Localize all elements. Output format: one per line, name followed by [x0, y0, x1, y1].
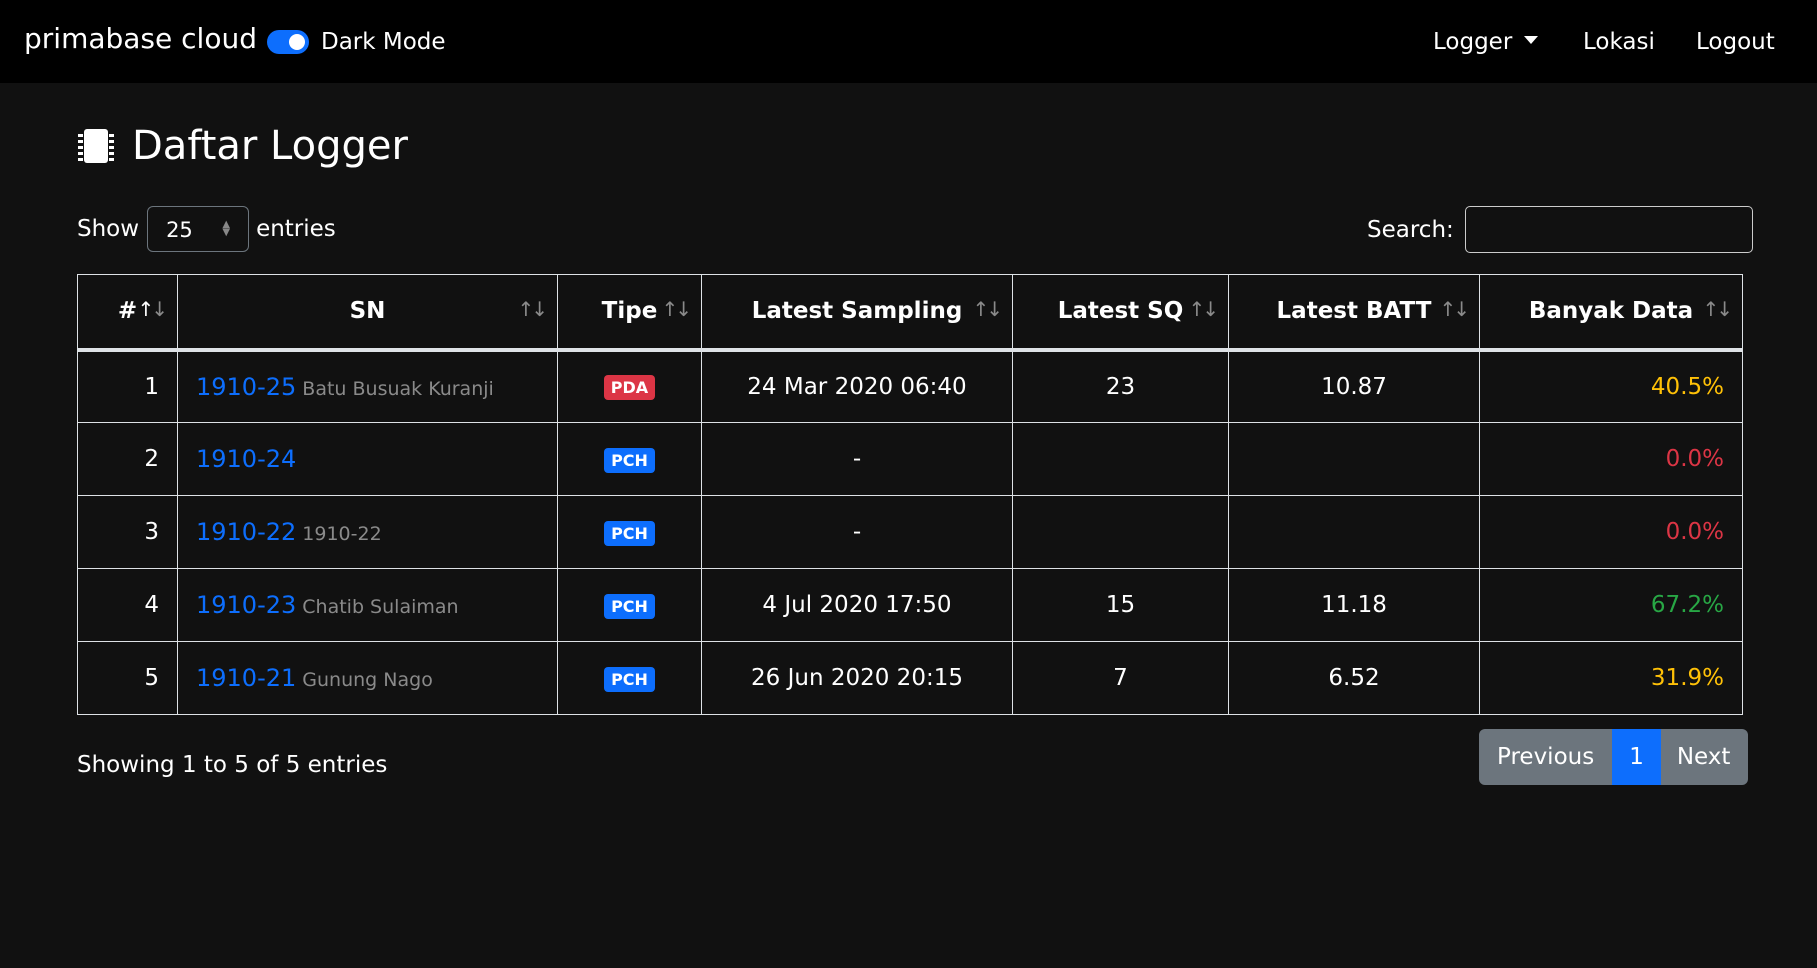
latest-sq-cell: [1012, 495, 1229, 569]
tipe-badge: PCH: [604, 447, 655, 473]
latest-batt-cell: 6.52: [1228, 641, 1480, 715]
table-header-row: # ↑↓ SN ↑↓ Tipe ↑↓ Latest Sampling ↑↓ Latest…: [77, 274, 1743, 352]
latest-batt-cell: [1228, 422, 1480, 496]
sn-description: Gunung Nago: [302, 669, 433, 691]
table-info: Showing 1 to 5 of 5 entries: [77, 752, 388, 778]
tipe-badge: PCH: [604, 666, 655, 692]
dark-mode-toggle[interactable]: [267, 30, 309, 54]
logger-table: # ↑↓ SN ↑↓ Tipe ↑↓ Latest Sampling ↑↓ Latest…: [77, 274, 1743, 715]
row-number: 5: [77, 641, 178, 715]
latest-batt-cell: [1228, 495, 1480, 569]
banyak-data-cell: 67.2%: [1479, 568, 1743, 642]
latest-sq-cell: 15: [1012, 568, 1229, 642]
pagination-page-1[interactable]: 1: [1612, 729, 1661, 785]
search-control: Search:: [1367, 206, 1753, 253]
banyak-data-cell: 0.0%: [1479, 495, 1743, 569]
sn-description: Chatib Sulaiman: [302, 596, 459, 618]
tipe-badge: PCH: [604, 593, 655, 619]
table-row: 2 1910-24 PCH - 0.0%: [77, 422, 1743, 496]
table-row: 4 1910-23 Chatib Sulaiman PCH 4 Jul 2020 …: [77, 568, 1743, 642]
row-number: 2: [77, 422, 178, 496]
pagination-previous-button[interactable]: Previous: [1479, 729, 1613, 785]
tipe-badge: PCH: [604, 520, 655, 546]
select-arrows-icon: ▲ ▼: [222, 219, 231, 238]
page-title: Daftar Logger: [132, 123, 408, 169]
entries-select[interactable]: 25 ▲ ▼: [147, 206, 250, 252]
sort-icon: ↑↓: [1188, 297, 1218, 321]
tipe-cell: PCH: [557, 495, 702, 569]
sn-cell: 1910-24: [177, 422, 558, 496]
row-number: 1: [77, 349, 178, 423]
table-row: 3 1910-22 1910-22 PCH - 0.0%: [77, 495, 1743, 569]
column-header-tipe[interactable]: Tipe ↑↓: [557, 274, 702, 352]
sn-link[interactable]: 1910-24: [196, 445, 296, 473]
tipe-badge: PDA: [603, 375, 656, 401]
banyak-data-cell: 0.0%: [1479, 422, 1743, 496]
sn-description: Batu Busuak Kuranji: [302, 377, 494, 400]
latest-sq-cell: 23: [1012, 349, 1229, 423]
tipe-cell: PDA: [557, 349, 702, 423]
latest-sampling-cell: 24 Mar 2020 06:40: [701, 349, 1013, 423]
sn-link[interactable]: 1910-25: [196, 373, 296, 401]
sn-cell: 1910-25 Batu Busuak Kuranji: [177, 349, 558, 423]
latest-batt-cell: 11.18: [1228, 568, 1480, 642]
sort-icon: ↑↓: [972, 297, 1002, 321]
brand-link[interactable]: primabase cloud: [24, 22, 257, 55]
show-label: Show: [77, 216, 140, 242]
column-header-latest-sq[interactable]: Latest SQ ↑↓: [1012, 274, 1229, 352]
page-heading: Daftar Logger: [77, 122, 408, 170]
entries-select-value: 25: [166, 218, 193, 242]
tipe-cell: PCH: [557, 641, 702, 715]
chip-icon: [77, 127, 115, 165]
navbar: primabase cloud Dark Mode Logger Lokasi …: [0, 0, 1817, 83]
column-header-latest-batt[interactable]: Latest BATT ↑↓: [1228, 274, 1480, 352]
nav-lokasi-link[interactable]: Lokasi: [1583, 29, 1655, 55]
sn-link[interactable]: 1910-21: [196, 664, 296, 692]
sn-link[interactable]: 1910-22: [196, 518, 296, 546]
latest-batt-cell: 10.87: [1228, 349, 1480, 423]
entries-length-control: Show 25 ▲ ▼ entries: [77, 206, 336, 252]
sort-asc-icon: ↑↓: [137, 297, 167, 321]
nav-logger-dropdown[interactable]: Logger: [1433, 29, 1539, 55]
pagination: Previous 1 Next: [1479, 729, 1749, 785]
column-header-no[interactable]: # ↑↓: [77, 274, 178, 352]
column-header-sn[interactable]: SN ↑↓: [177, 274, 558, 352]
row-number: 3: [77, 495, 178, 569]
toggle-knob: [289, 34, 305, 50]
pagination-next-button[interactable]: Next: [1660, 729, 1749, 785]
sort-icon: ↑↓: [661, 297, 691, 321]
sn-link[interactable]: 1910-23: [196, 591, 296, 619]
banyak-data-cell: 31.9%: [1479, 641, 1743, 715]
nav-logout-link[interactable]: Logout: [1696, 29, 1775, 55]
column-header-latest-sampling[interactable]: Latest Sampling ↑↓: [701, 274, 1013, 352]
caret-down-icon: [1524, 35, 1539, 44]
dark-mode-label[interactable]: Dark Mode: [321, 29, 446, 55]
entries-label: entries: [256, 216, 336, 242]
banyak-data-cell: 40.5%: [1479, 349, 1743, 423]
sn-cell: 1910-23 Chatib Sulaiman: [177, 568, 558, 642]
nav-logger-label: Logger: [1433, 29, 1513, 55]
sort-icon: ↑↓: [517, 297, 547, 321]
sn-cell: 1910-21 Gunung Nago: [177, 641, 558, 715]
sn-cell: 1910-22 1910-22: [177, 495, 558, 569]
sort-icon: ↑↓: [1702, 297, 1732, 321]
search-label: Search:: [1367, 216, 1454, 243]
latest-sampling-cell: -: [701, 495, 1013, 569]
latest-sq-cell: 7: [1012, 641, 1229, 715]
column-header-banyak-data[interactable]: Banyak Data ↑↓: [1479, 274, 1743, 352]
sort-icon: ↑↓: [1439, 297, 1469, 321]
latest-sampling-cell: 26 Jun 2020 20:15: [701, 641, 1013, 715]
latest-sampling-cell: 4 Jul 2020 17:50: [701, 568, 1013, 642]
tipe-cell: PCH: [557, 568, 702, 642]
latest-sq-cell: [1012, 422, 1229, 496]
row-number: 4: [77, 568, 178, 642]
sn-description: 1910-22: [302, 523, 382, 545]
tipe-cell: PCH: [557, 422, 702, 496]
latest-sampling-cell: -: [701, 422, 1013, 496]
search-input[interactable]: [1464, 206, 1753, 253]
table-row: 5 1910-21 Gunung Nago PCH 26 Jun 2020 20:…: [77, 641, 1743, 715]
logger-table-wrapper: # ↑↓ SN ↑↓ Tipe ↑↓ Latest Sampling ↑↓ Latest…: [77, 274, 1743, 715]
table-row: 1 1910-25 Batu Busuak Kuranji PDA 24 Mar …: [77, 349, 1743, 423]
